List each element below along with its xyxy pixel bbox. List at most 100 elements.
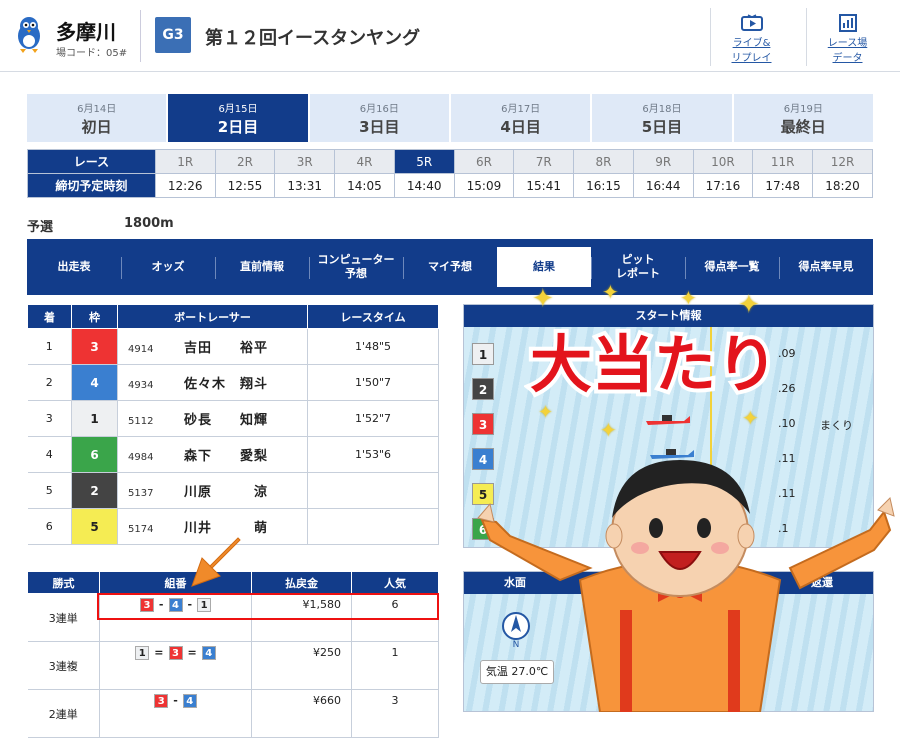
nav-tab[interactable]: 出走表 — [27, 239, 121, 295]
boat-icon — [646, 415, 690, 425]
pointer-arrow-icon — [191, 537, 241, 587]
combo-boat: 3 — [168, 646, 183, 660]
live-replay-label: ライブ& リプレイ — [731, 38, 772, 64]
closing-time: 18:20 — [812, 173, 873, 198]
day-date: 6月18日 — [642, 104, 682, 115]
col-waku: 枠 — [71, 304, 118, 329]
payout-amount: ¥660 — [251, 689, 352, 738]
racer-number: 4984 — [128, 452, 154, 463]
waku-number: 6 — [71, 436, 118, 473]
popularity: 1 — [351, 641, 439, 690]
racer-cell[interactable]: 4934 佐々木 翔斗 — [117, 364, 308, 401]
racer-number: 4914 — [128, 344, 154, 355]
result-row: 2 4 4934 佐々木 翔斗 1'50"7 — [27, 364, 439, 401]
waku-number: 3 — [71, 328, 118, 365]
day-tab[interactable]: 6月19日最終日 — [733, 94, 873, 142]
highlight-box — [97, 593, 439, 620]
nav-tab[interactable]: 結果 — [497, 247, 591, 287]
header-divider — [140, 10, 141, 62]
col-popularity: 人気 — [351, 571, 439, 594]
result-row: 5 2 5137 川原 涼 — [27, 472, 439, 509]
closing-time: 17:16 — [692, 173, 754, 198]
day-date: 6月16日 — [359, 104, 399, 115]
day-label: 5日目 — [641, 118, 683, 136]
day-tabs: 6月14日 初日 6月15日 2日目 6月16日 3日目 6月17日 4日目 6月18日… — [27, 94, 873, 142]
day-tab[interactable]: 6月17日 4日目 — [450, 94, 591, 142]
venue-name: 多摩川 — [56, 20, 116, 44]
race-tab[interactable]: 10R — [692, 149, 754, 174]
nav-tab[interactable]: 得点率早見 — [779, 239, 873, 295]
race-tab[interactable]: 8R — [573, 149, 634, 174]
col-time: レースタイム — [307, 304, 439, 329]
result-row: 4 6 4984 森下 愛梨 1'53"6 — [27, 436, 439, 473]
racer-name: 砂長 知輝 — [184, 413, 269, 428]
nav-tab[interactable]: 得点率一覧 — [685, 239, 779, 295]
jackpot-text-icon: 大当たり — [526, 324, 782, 405]
race-tab[interactable]: 7R — [513, 149, 575, 174]
payout-row: 2連単 3-4 ¥660 3 — [27, 689, 439, 738]
racer-cell[interactable]: 4914 吉田 裕平 — [117, 328, 308, 365]
grade-badge: G3 — [155, 17, 191, 53]
result-row: 3 1 5112 砂長 知輝 1'52"7 — [27, 400, 439, 437]
racer-cell[interactable]: 4984 森下 愛梨 — [117, 436, 308, 473]
sparkle-icon: ✦ — [738, 290, 760, 320]
day-tab[interactable]: 6月18日 5日目 — [592, 94, 732, 142]
closing-time: 13:31 — [274, 173, 336, 198]
day-tab-active[interactable]: 6月15日 2日目 — [168, 94, 308, 142]
finish-rank: 6 — [27, 508, 72, 545]
closing-time: 12:55 — [214, 173, 276, 198]
col-bet-type: 勝式 — [27, 571, 100, 594]
col-rank: 着 — [27, 304, 72, 329]
day-date: 6月17日 — [501, 104, 541, 115]
closing-time: 14:40 — [393, 173, 455, 198]
winning-move: まくり — [820, 419, 853, 432]
race-tab[interactable]: 4R — [334, 149, 395, 174]
race-tab[interactable]: 12R — [812, 149, 873, 174]
day-date: 6月19日 — [783, 104, 823, 115]
live-replay-button[interactable]: ライブ& リプレイ — [710, 8, 792, 66]
popularity: 3 — [351, 689, 439, 738]
race-tab[interactable]: 5R — [393, 149, 455, 174]
closing-time: 17:48 — [752, 173, 814, 198]
race-time: 1'48"5 — [307, 328, 439, 365]
day-date: 6月15日 — [218, 104, 258, 115]
combo-separator: = — [154, 646, 164, 659]
day-label: 初日 — [81, 118, 112, 136]
race-tab[interactable]: 3R — [274, 149, 336, 174]
chart-icon — [838, 14, 857, 32]
race-tab[interactable]: 6R — [453, 149, 515, 174]
venue-data-button[interactable]: レース場 データ — [806, 8, 888, 66]
race-time: 1'50"7 — [307, 364, 439, 401]
sparkle-icon: ✦ — [532, 284, 554, 314]
tv-icon — [740, 14, 763, 31]
combo-boat: 1 — [135, 646, 150, 660]
sparkle-icon: ✦ — [602, 280, 619, 304]
race-tab[interactable]: 9R — [632, 149, 694, 174]
nav-tab[interactable]: オッズ — [121, 239, 215, 295]
race-tab[interactable]: 1R — [154, 149, 216, 174]
nav-tab[interactable]: マイ予想 — [403, 239, 497, 295]
start-waku: 1 — [472, 343, 494, 365]
day-label: 最終日 — [780, 118, 826, 136]
racer-name: 森下 愛梨 — [184, 449, 269, 464]
day-tab[interactable]: 6月14日 初日 — [27, 94, 167, 142]
closing-time: 16:15 — [573, 173, 634, 198]
jackpot-text: 大当たり — [530, 328, 778, 401]
racer-cell[interactable]: 5137 川原 涼 — [117, 472, 308, 509]
waku-number: 5 — [71, 508, 118, 545]
race-tab[interactable]: 11R — [752, 149, 814, 174]
race-selector-table: レース 1R 2R 3R 4R 5R 6R 7R 8R 9R 10R 11R 12R 締切予定時刻 1… — [27, 149, 873, 198]
nav-tab[interactable]: コンピューター 予想 — [309, 239, 403, 295]
racer-cell[interactable]: 5112 砂長 知輝 — [117, 400, 308, 437]
combo-separator: = — [187, 646, 197, 659]
day-label: 2日目 — [217, 118, 259, 136]
sparkle-icon: ✦ — [600, 418, 617, 442]
race-class: 予選 — [27, 220, 54, 235]
nav-tab[interactable]: 直前情報 — [215, 239, 309, 295]
day-tab[interactable]: 6月16日 3日目 — [309, 94, 449, 142]
combo-boat: 4 — [201, 646, 216, 660]
race-time: 1'52"7 — [307, 400, 439, 437]
racer-number: 5174 — [128, 524, 154, 535]
race-tab[interactable]: 2R — [214, 149, 276, 174]
racer-name: 吉田 裕平 — [184, 341, 269, 356]
